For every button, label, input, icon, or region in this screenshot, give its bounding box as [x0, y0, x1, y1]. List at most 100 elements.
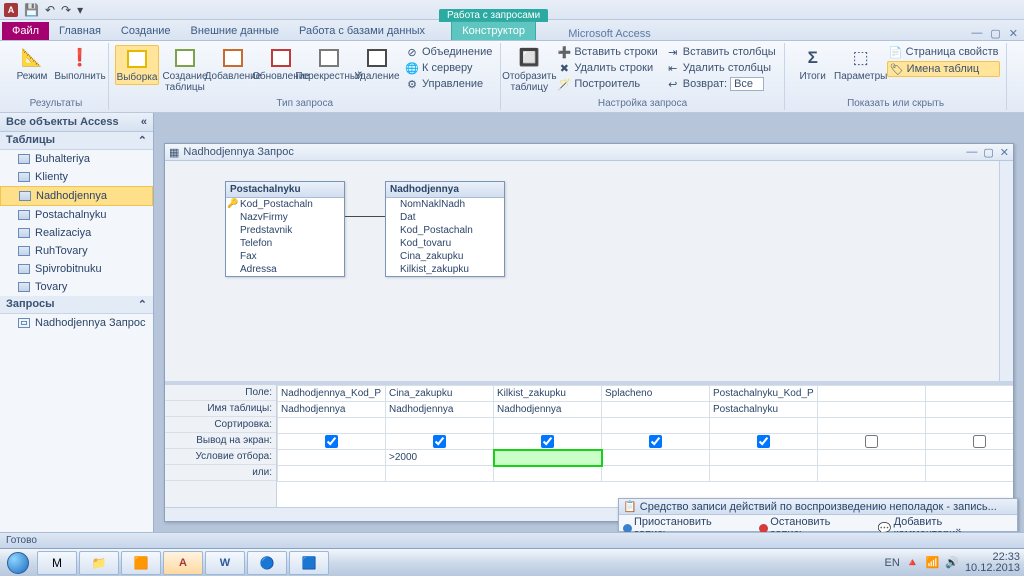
grid-cell[interactable]: [818, 402, 926, 418]
return-combo[interactable]: ↩Возврат: Все: [664, 77, 778, 91]
grid-cell[interactable]: [926, 402, 1014, 418]
nav-item[interactable]: Nadhodjennya: [0, 186, 153, 206]
field-item[interactable]: Dat: [386, 211, 504, 224]
taskbar-app-3[interactable]: 🟧: [121, 551, 161, 575]
grid-cell[interactable]: [494, 450, 602, 466]
field-item[interactable]: Kod_Postachaln: [386, 224, 504, 237]
tray-icon[interactable]: 🔺: [906, 556, 920, 569]
grid-cell[interactable]: [926, 386, 1014, 402]
grid-cell[interactable]: [710, 418, 818, 434]
save-icon[interactable]: 💾: [24, 3, 39, 17]
qat-dropdown-icon[interactable]: ▾: [77, 3, 83, 17]
tab-home[interactable]: Главная: [49, 22, 111, 40]
field-item[interactable]: Adressa: [226, 263, 344, 276]
tab-create[interactable]: Создание: [111, 22, 181, 40]
grid-cell[interactable]: [494, 466, 602, 482]
grid-cell[interactable]: Postachalnyku_Kod_P: [710, 386, 818, 402]
min-icon[interactable]: —: [966, 146, 977, 159]
delete-query-button[interactable]: Удаление: [355, 45, 399, 83]
system-tray[interactable]: EN 🔺 📶 🔊 22:3310.12.2013: [885, 552, 1024, 574]
nav-item[interactable]: Realizaciya: [0, 224, 153, 242]
grid-cell[interactable]: Cina_zakupku: [386, 386, 494, 402]
grid-cell[interactable]: Nadhodjennya: [494, 402, 602, 418]
show-checkbox[interactable]: [973, 435, 986, 448]
grid-cell[interactable]: [278, 450, 386, 466]
field-item[interactable]: Predstavnik: [226, 224, 344, 237]
nav-item[interactable]: Tovary: [0, 278, 153, 296]
table-box[interactable]: PostachalnykuKod_PostachalnNazvFirmyPred…: [225, 181, 345, 277]
tab-external[interactable]: Внешние данные: [181, 22, 289, 40]
field-item[interactable]: Kod_Postachaln: [226, 198, 344, 211]
grid-cell[interactable]: [926, 466, 1014, 482]
grid-cell[interactable]: [710, 466, 818, 482]
run-button[interactable]: ❗Выполнить: [58, 45, 102, 83]
showtable-button[interactable]: 🔲Отобразить таблицу: [507, 45, 551, 94]
builder-button[interactable]: 🪄Построитель: [555, 77, 659, 91]
grid-cell[interactable]: Postachalnyku: [710, 402, 818, 418]
append-button[interactable]: Добавление: [211, 45, 255, 83]
start-button[interactable]: [0, 549, 36, 577]
close-qwin-icon[interactable]: ✕: [1000, 146, 1009, 159]
table-box[interactable]: NadhodjennyaNomNaklNadhDatKod_Postachaln…: [385, 181, 505, 277]
nav-item[interactable]: RuhTovary: [0, 242, 153, 260]
insertcols-button[interactable]: ⇥Вставить столбцы: [664, 45, 778, 59]
field-item[interactable]: Kilkist_zakupku: [386, 263, 504, 276]
totals-button[interactable]: ΣИтоги: [791, 45, 835, 83]
grid-cell[interactable]: Nadhodjennya_Kod_P: [278, 386, 386, 402]
grid-cell[interactable]: [386, 418, 494, 434]
tablenames-button[interactable]: 🏷Имена таблиц: [887, 61, 1001, 77]
select-query-button[interactable]: Выборка: [115, 45, 159, 85]
deletecols-button[interactable]: ⇤Удалить столбцы: [664, 61, 778, 75]
query-titlebar[interactable]: ▦ Nadhodjennya Запрос —▢✕: [165, 144, 1013, 161]
insertrows-button[interactable]: ➕Вставить строки: [555, 45, 659, 59]
nav-item[interactable]: Spivrobitnuku: [0, 260, 153, 278]
nav-group[interactable]: Запросы⌃: [0, 296, 153, 314]
grid-cell[interactable]: [602, 434, 710, 450]
grid-cell[interactable]: [386, 434, 494, 450]
max-icon[interactable]: ▢: [983, 146, 993, 159]
field-item[interactable]: Cina_zakupku: [386, 250, 504, 263]
grid-cell[interactable]: [602, 466, 710, 482]
tab-dbtools[interactable]: Работа с базами данных: [289, 22, 435, 40]
passthrough-button[interactable]: 🌐К серверу: [403, 61, 494, 75]
crosstab-button[interactable]: Перекрестный: [307, 45, 351, 83]
grid-cell[interactable]: >2000: [386, 450, 494, 466]
grid-cell[interactable]: [494, 418, 602, 434]
steps-recorder[interactable]: 📋 Средство записи действий по воспроизве…: [618, 498, 1018, 532]
grid-cell[interactable]: [278, 418, 386, 434]
datadef-button[interactable]: ⚙Управление: [403, 77, 494, 91]
grid-cell[interactable]: [602, 418, 710, 434]
grid-cell[interactable]: [926, 434, 1014, 450]
taskbar-chrome[interactable]: 🔵: [247, 551, 287, 575]
grid-cell[interactable]: [818, 466, 926, 482]
grid-cell[interactable]: [926, 450, 1014, 466]
design-surface[interactable]: PostachalnykuKod_PostachalnNazvFirmyPred…: [165, 161, 1013, 381]
nav-item[interactable]: Klienty: [0, 168, 153, 186]
taskbar-word[interactable]: W: [205, 551, 245, 575]
taskbar-access[interactable]: A: [163, 551, 203, 575]
tab-design[interactable]: Конструктор: [451, 21, 536, 40]
field-item[interactable]: Fax: [226, 250, 344, 263]
view-button[interactable]: 📐Режим: [10, 45, 54, 83]
grid-cell[interactable]: Splacheno: [602, 386, 710, 402]
nav-item[interactable]: Buhalteriya: [0, 150, 153, 168]
clock[interactable]: 22:3310.12.2013: [965, 552, 1020, 574]
taskbar-app-1[interactable]: M: [37, 551, 77, 575]
minimize-icon[interactable]: —: [971, 27, 982, 40]
params-button[interactable]: ⬚Параметры: [839, 45, 883, 83]
grid-cell[interactable]: [386, 466, 494, 482]
deleterows-button[interactable]: ✖Удалить строки: [555, 61, 659, 75]
field-item[interactable]: NazvFirmy: [226, 211, 344, 224]
sound-icon[interactable]: 🔊: [945, 556, 959, 569]
show-checkbox[interactable]: [757, 435, 770, 448]
nav-group[interactable]: Таблицы⌃: [0, 132, 153, 150]
taskbar-app-7[interactable]: 🟦: [289, 551, 329, 575]
show-checkbox[interactable]: [865, 435, 878, 448]
tab-file[interactable]: Файл: [2, 22, 49, 40]
grid-cell[interactable]: Nadhodjennya: [386, 402, 494, 418]
show-checkbox[interactable]: [433, 435, 446, 448]
nav-item[interactable]: Nadhodjennya Запрос: [0, 314, 153, 332]
chevron-left-icon[interactable]: «: [141, 116, 147, 128]
network-icon[interactable]: 📶: [926, 556, 940, 569]
taskbar-explorer[interactable]: 📁: [79, 551, 119, 575]
